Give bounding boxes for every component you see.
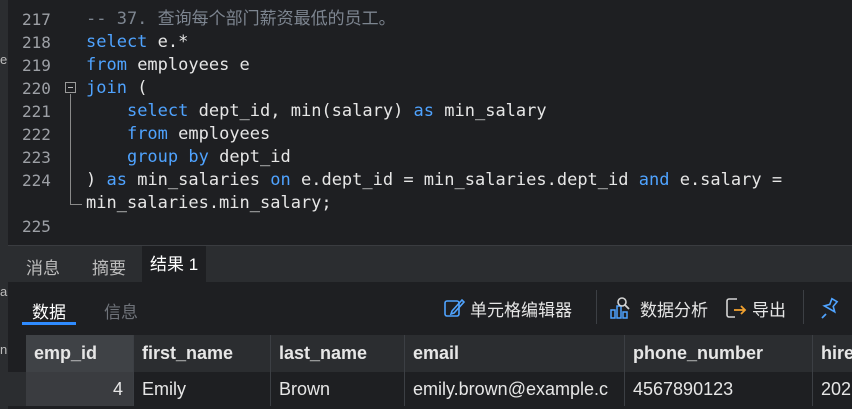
result-grid[interactable]: emp_id first_name last_name email phone_numb… xyxy=(8,334,852,409)
column-header[interactable]: last_name xyxy=(271,335,405,372)
code-text: ) as min_salaries on e.dept_id = min_sal… xyxy=(86,169,782,192)
sql-keyword: and xyxy=(638,170,670,190)
sql-token: e.salary = xyxy=(669,170,783,190)
code-line[interactable]: 224) as min_salaries on e.dept_id = min_… xyxy=(8,169,852,192)
code-line[interactable]: 223 group by dept_id xyxy=(8,146,852,169)
sql-token: employees xyxy=(167,124,271,144)
line-number: 222 xyxy=(22,125,51,144)
export-button[interactable]: 导出 xyxy=(724,294,786,322)
column-header[interactable]: phone_number xyxy=(625,335,813,372)
tab-messages[interactable]: 消息 xyxy=(26,254,60,279)
left-panel-char: e xyxy=(0,52,8,67)
pin-icon xyxy=(821,297,839,319)
code-text: group by dept_id xyxy=(86,146,291,169)
subtab-info[interactable]: 信息 xyxy=(104,298,138,323)
sql-token: ) xyxy=(86,170,107,190)
left-panel-char: n xyxy=(0,342,8,357)
left-panel-edge: e a n xyxy=(0,0,8,409)
code-line[interactable]: 217 -- 37. 查询每个部门薪资最低的员工。 xyxy=(8,8,852,31)
sql-token: e.dept_id = min_salaries.dept_id xyxy=(290,170,639,190)
code-line[interactable]: 225 xyxy=(8,215,852,238)
sql-keyword: group by xyxy=(126,147,209,167)
sql-keyword: from xyxy=(126,124,168,144)
column-header[interactable]: first_name xyxy=(134,335,271,372)
result-toolbar: 数据 信息 单元格编辑器 数据分析 导出 xyxy=(8,282,852,334)
sql-keyword: on xyxy=(270,170,291,190)
sql-token: min_salary xyxy=(434,101,547,121)
active-subtab-underline xyxy=(22,322,76,325)
line-number: 217 xyxy=(22,10,51,29)
pencil-icon xyxy=(444,298,466,317)
table-cell[interactable]: emily.brown@example.c xyxy=(405,372,625,406)
export-label: 导出 xyxy=(752,300,786,320)
sql-token: min_salaries.min_salary; xyxy=(86,193,332,213)
column-header[interactable]: email xyxy=(405,335,625,372)
line-number: 218 xyxy=(22,33,51,52)
data-analysis-label: 数据分析 xyxy=(640,300,708,320)
subtab-data[interactable]: 数据 xyxy=(32,298,66,323)
code-line[interactable]: min_salaries.min_salary; xyxy=(8,192,852,215)
code-text: from employees xyxy=(86,123,270,146)
line-number: 219 xyxy=(22,56,51,75)
code-line[interactable]: 222 from employees xyxy=(8,123,852,146)
sql-keyword: select xyxy=(126,101,189,121)
cell-editor-label: 单元格编辑器 xyxy=(470,300,572,320)
code-text: min_salaries.min_salary; xyxy=(86,192,332,215)
line-number: 220 xyxy=(22,79,51,98)
sql-comment: -- 37. 查询每个部门薪资最低的员工。 xyxy=(86,9,396,29)
table-cell[interactable]: 202 xyxy=(813,372,852,406)
sql-editor[interactable]: 217 -- 37. 查询每个部门薪资最低的员工。 218 select e.* 219… xyxy=(8,0,852,245)
line-number: 221 xyxy=(22,102,51,121)
export-icon xyxy=(726,298,747,318)
code-line[interactable]: 219 from employees e xyxy=(8,54,852,77)
line-number: 223 xyxy=(22,148,51,167)
sql-keyword: from xyxy=(86,55,127,75)
table-cell[interactable]: 4 xyxy=(26,372,134,406)
table-cell[interactable]: 4567890123 xyxy=(625,372,813,406)
sql-token: dept_id, min(salary) xyxy=(188,101,414,121)
column-header[interactable]: emp_id xyxy=(26,335,134,372)
data-analysis-button[interactable]: 数据分析 xyxy=(610,294,708,322)
code-text: from employees e xyxy=(86,54,250,77)
line-number: 224 xyxy=(22,171,51,190)
cell-editor-button[interactable]: 单元格编辑器 xyxy=(442,294,572,322)
code-text: -- 37. 查询每个部门薪资最低的员工。 xyxy=(86,8,396,31)
sql-token: e.* xyxy=(147,32,189,52)
sql-keyword: as xyxy=(413,101,435,121)
sql-keyword: as xyxy=(106,170,127,190)
table-cell[interactable]: Emily xyxy=(134,372,271,406)
pin-button[interactable] xyxy=(818,294,846,322)
toolbar-divider xyxy=(596,290,597,324)
code-line[interactable]: 218 select e.* xyxy=(8,31,852,54)
row-selector[interactable] xyxy=(8,372,26,406)
code-text: select e.* xyxy=(86,31,188,54)
tab-result-1[interactable]: 结果 1 xyxy=(142,246,207,283)
analysis-chart-icon xyxy=(610,297,630,319)
left-panel-char: a xyxy=(0,284,8,299)
result-tab-bar: 消息 摘要 结果 1 xyxy=(8,245,852,283)
table-cell[interactable]: Brown xyxy=(271,372,405,406)
code-line[interactable]: 220 join ( xyxy=(8,77,852,100)
code-line[interactable]: 221 select dept_id, min(salary) as min_s… xyxy=(8,100,852,123)
sql-token: dept_id xyxy=(208,147,291,167)
sql-keyword: join xyxy=(86,78,127,98)
toolbar-divider xyxy=(803,290,804,324)
line-number: 225 xyxy=(22,217,51,236)
sql-keyword: select xyxy=(86,32,148,52)
sql-token: min_salaries xyxy=(126,170,271,190)
code-text: select dept_id, min(salary) as min_salar… xyxy=(86,100,547,123)
column-header[interactable]: hire xyxy=(813,335,852,372)
sql-token: ( xyxy=(126,78,148,98)
sql-token: employees e xyxy=(126,55,250,75)
code-text: join ( xyxy=(86,77,147,100)
tab-summary[interactable]: 摘要 xyxy=(92,254,126,279)
